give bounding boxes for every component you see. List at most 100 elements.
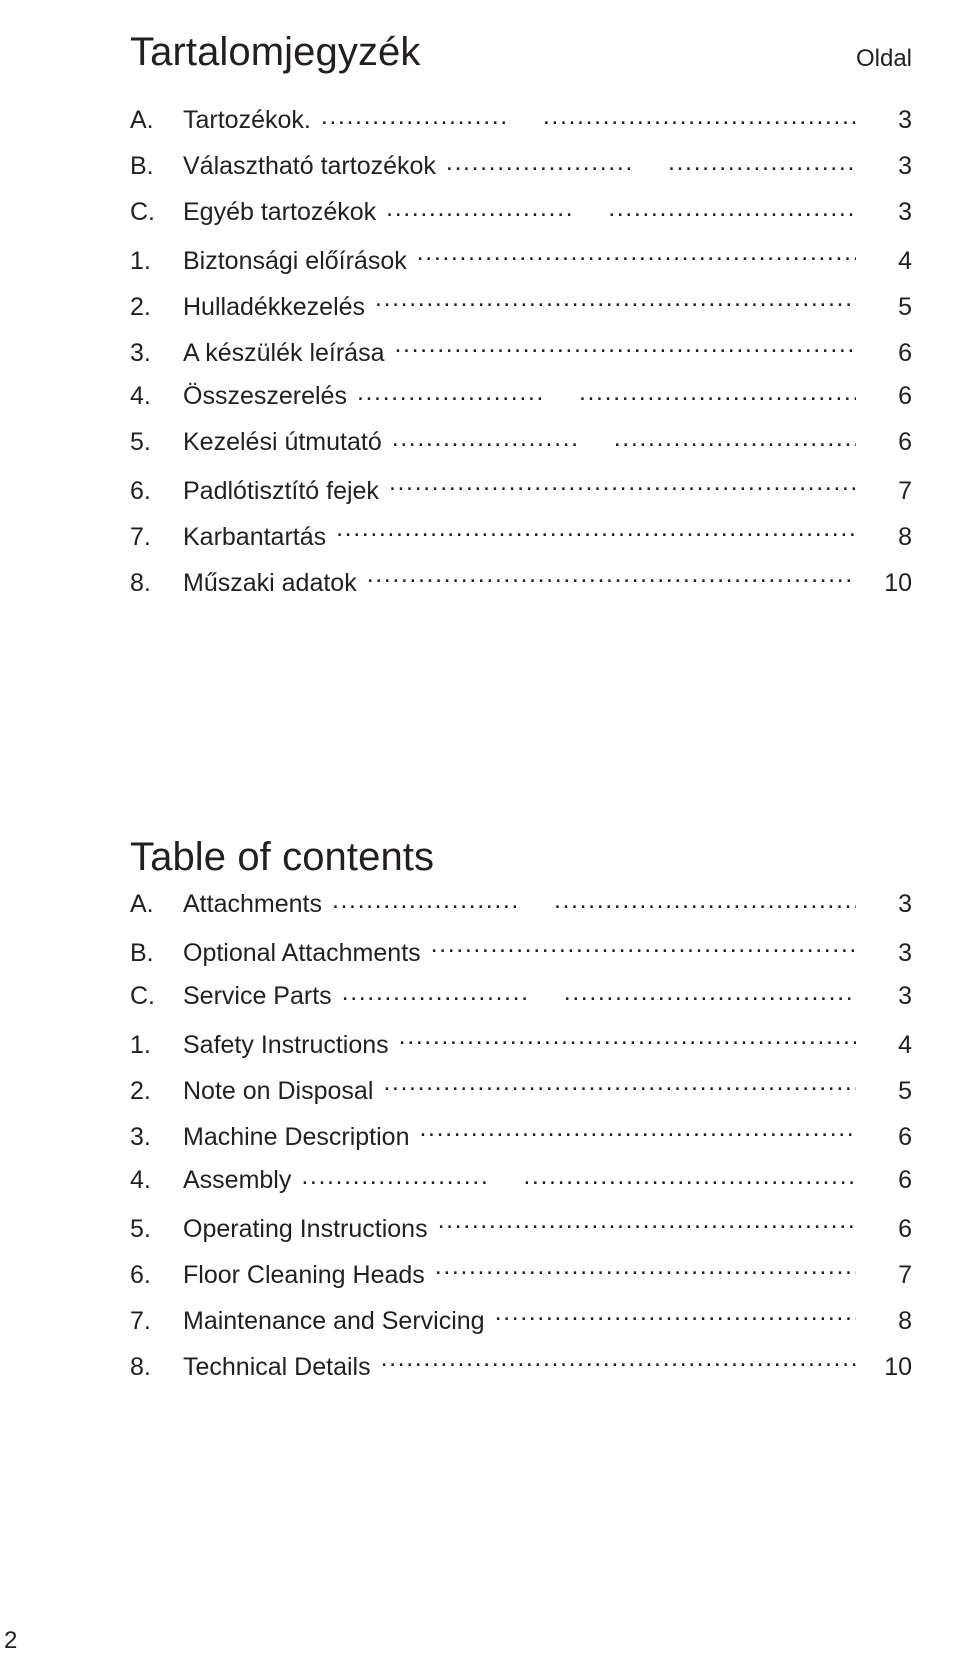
toc-entry[interactable]: 7. Karbantartás..........................…: [130, 520, 912, 566]
toc-entry-page-number: 6: [898, 382, 912, 410]
toc-entry-marker: B.: [130, 939, 154, 967]
toc-entry[interactable]: A. Tartozékok............................…: [130, 106, 912, 152]
toc-entry[interactable]: 3. A készülék leírása....................…: [130, 336, 912, 382]
toc-entry-page-number: 7: [898, 477, 912, 505]
toc-entry[interactable]: 1. Biztonsági előírások..................…: [130, 244, 912, 290]
toc-entry-page-number: 6: [898, 428, 912, 456]
toc-entry[interactable]: 8. Technical Details.....................…: [130, 1350, 912, 1396]
toc-dot-leader: ........................................…: [420, 1120, 857, 1145]
toc-dot-leader-segment: ......................: [356, 384, 545, 405]
toc-entry[interactable]: A. Attachments...........................…: [130, 890, 912, 936]
toc-entry-title: Note on Disposal: [183, 1077, 374, 1105]
toc-entry-page-number: 4: [898, 247, 912, 275]
toc-dot-leader: ........................................…: [357, 384, 856, 409]
toc-entry[interactable]: 1. Safety Instructions...................…: [130, 1028, 912, 1074]
toc-entry-page-number: 7: [898, 1261, 912, 1289]
toc-entry-marker: 5.: [130, 428, 151, 456]
toc-entry-title: Machine Description: [183, 1123, 410, 1151]
toc-dot-leader: ........................................…: [392, 430, 856, 455]
toc-entry-title: Floor Cleaning Heads: [183, 1261, 425, 1289]
toc-entry-title: Safety Instructions: [183, 1031, 389, 1059]
toc-entry-marker: 2.: [130, 1077, 151, 1105]
toc-entry-page-number: 3: [898, 198, 912, 226]
toc-entry[interactable]: B. Választható tartozékok................…: [130, 152, 912, 198]
toc-dot-leader-segment: ........................................…: [437, 1212, 856, 1233]
toc-entry[interactable]: 2. Note on Disposal......................…: [130, 1074, 912, 1120]
toc-entry-marker: 6.: [130, 1261, 151, 1289]
toc-dot-leader-segment: ........................................…: [398, 1028, 856, 1049]
toc-dot-leader-segment: ......................: [331, 892, 520, 913]
toc-entry[interactable]: 4. Összeszerelés.........................…: [130, 382, 912, 428]
toc-dot-leader-segment: ........................................…: [380, 1350, 856, 1371]
toc-entry[interactable]: 5. Operating Instructions................…: [130, 1212, 912, 1258]
toc-entry-page-number: 10: [884, 1353, 912, 1381]
toc-dot-leader: ........................................…: [446, 154, 856, 179]
toc-dot-leader: ........................................…: [375, 290, 856, 315]
toc-entry-page-number: 5: [898, 293, 912, 321]
toc-dot-leader-segment: ........................................…: [553, 892, 856, 913]
toc-dot-leader: ........................................…: [332, 892, 856, 917]
toc-dot-leader-segment: ......................: [301, 1168, 490, 1189]
toc-entry-marker: 5.: [130, 1215, 151, 1243]
toc-entry-title: Operating Instructions: [183, 1215, 428, 1243]
toc-dot-leader-segment: ........................................…: [578, 384, 856, 405]
toc-entry-marker: B.: [130, 152, 154, 180]
toc-entry-marker: C.: [130, 982, 155, 1010]
toc-dot-leader-segment: ........................................…: [416, 244, 856, 265]
toc-dot-leader: ........................................…: [381, 1350, 856, 1375]
page-number-column-header: Oldal: [855, 45, 912, 72]
toc-entry-title: Maintenance and Servicing: [183, 1307, 485, 1335]
toc-dot-leader-segment: ......................: [341, 984, 530, 1005]
toc-dot-leader: ........................................…: [389, 474, 856, 499]
toc-entry-marker: 4.: [130, 1166, 151, 1194]
toc-dot-leader-segment: ......................: [445, 154, 634, 175]
toc-entry[interactable]: C. Egyéb tartozékok......................…: [130, 198, 912, 244]
toc-entry-marker: 8.: [130, 1353, 151, 1381]
toc-entry-marker: 7.: [130, 523, 151, 551]
toc-entry[interactable]: 3. Machine Description...................…: [130, 1120, 912, 1166]
toc-dot-leader: ........................................…: [438, 1212, 856, 1237]
toc-dot-leader-segment: ........................................…: [494, 1304, 856, 1325]
page-title-english: Table of contents: [130, 834, 435, 879]
toc-entry[interactable]: 2. Hulladékkezelés.......................…: [130, 290, 912, 336]
toc-entry-title: Padlótisztító fejek: [183, 477, 379, 505]
toc-dot-leader-segment: ........................................…: [388, 474, 856, 495]
toc-dot-leader: ........................................…: [321, 108, 856, 133]
toc-entry[interactable]: 8. Műszaki adatok........................…: [130, 566, 912, 612]
toc-entry[interactable]: C. Service Parts.........................…: [130, 982, 912, 1028]
toc-dot-leader-segment: ........................................…: [336, 520, 856, 541]
toc-entry-page-number: 3: [898, 939, 912, 967]
toc-entry-title: Biztonsági előírások: [183, 247, 407, 275]
toc-dot-leader-segment: ........................................…: [608, 200, 856, 221]
toc-entry-title: Összeszerelés: [183, 382, 347, 410]
document-page: Tartalomjegyzék Oldal A. Tartozékok......…: [0, 0, 960, 1654]
toc-dot-leader-segment: ......................: [386, 200, 575, 221]
toc-entry-marker: 7.: [130, 1307, 151, 1335]
toc-entry-title: Technical Details: [183, 1353, 371, 1381]
toc-dot-leader: ........................................…: [336, 520, 856, 545]
toc-dot-leader-segment: ........................................…: [430, 936, 856, 957]
toc-entry-page-number: 3: [898, 152, 912, 180]
toc-entry-page-number: 10: [884, 569, 912, 597]
toc-entry[interactable]: 5. Kezelési útmutató.....................…: [130, 428, 912, 474]
toc-dot-leader-segment: ........................................…: [523, 1168, 856, 1189]
toc-entry[interactable]: B. Optional Attachments..................…: [130, 936, 912, 982]
toc-entry[interactable]: 6. Padlótisztító fejek...................…: [130, 474, 912, 520]
toc-entry-page-number: 8: [898, 1307, 912, 1335]
toc-entry-page-number: 4: [898, 1031, 912, 1059]
toc-entry[interactable]: 7. Maintenance and Servicing.............…: [130, 1304, 912, 1350]
toc-dot-leader-segment: ........................................…: [613, 430, 856, 451]
toc-entry[interactable]: 6. Floor Cleaning Heads..................…: [130, 1258, 912, 1304]
toc-entry[interactable]: 4. Assembly..............................…: [130, 1166, 912, 1212]
toc-entry-title: Karbantartás: [183, 523, 327, 551]
toc-dot-leader: ........................................…: [495, 1304, 856, 1329]
toc-entry-title: Kezelési útmutató: [183, 428, 382, 456]
toc-entry-title: Tartozékok.: [183, 106, 311, 134]
toc-list-english: A. Attachments...........................…: [130, 890, 912, 1396]
toc-entry-marker: 4.: [130, 382, 151, 410]
toc-entry-page-number: 5: [898, 1077, 912, 1105]
toc-entry-page-number: 6: [898, 339, 912, 367]
toc-dot-leader-segment: ........................................…: [366, 566, 856, 587]
toc-dot-leader: ........................................…: [386, 200, 856, 225]
toc-dot-leader-segment: ........................................…: [667, 154, 856, 175]
